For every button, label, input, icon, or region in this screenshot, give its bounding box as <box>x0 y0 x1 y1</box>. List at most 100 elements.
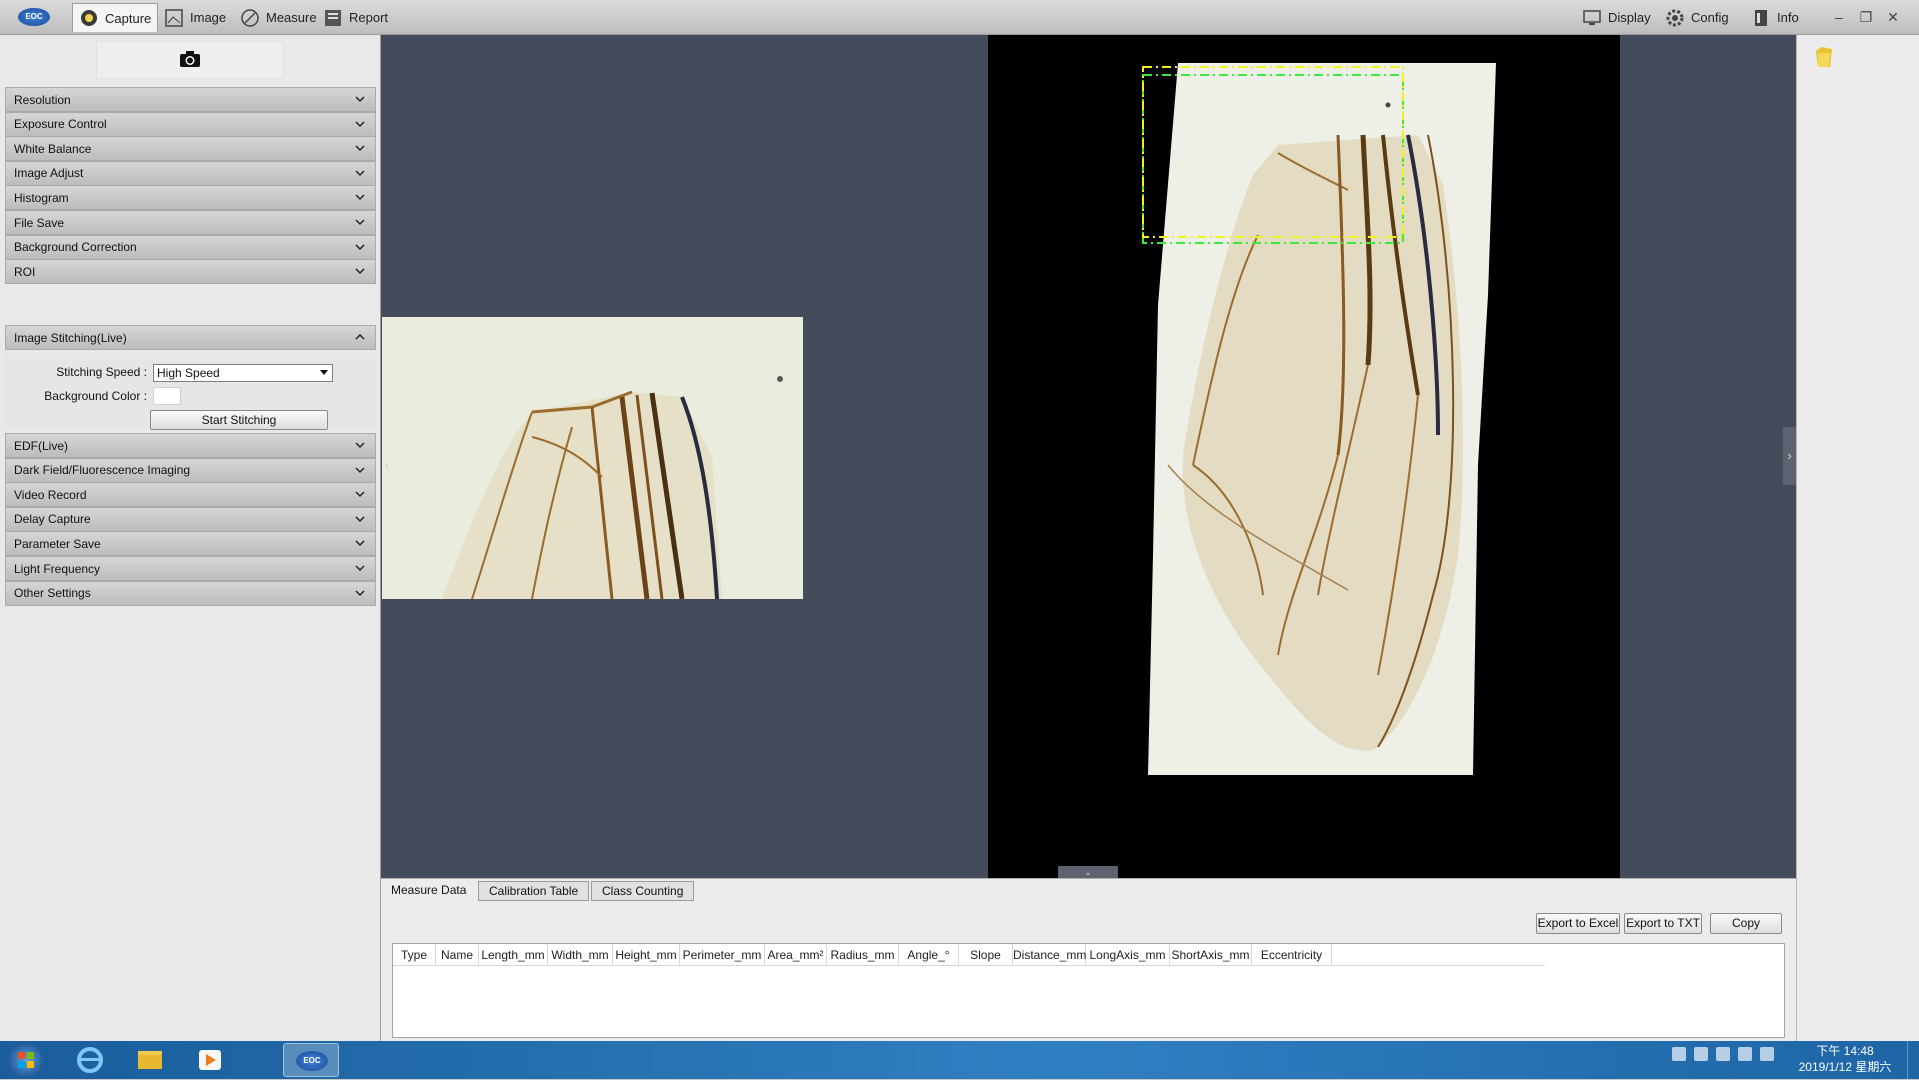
stitching-speed-label: Stitching Speed : <box>56 365 147 379</box>
chevron-down-icon <box>355 194 365 201</box>
column-header[interactable]: Length_mm <box>479 944 548 966</box>
eoc-app-icon: EOC <box>296 1051 328 1071</box>
chevron-down-icon <box>355 442 365 449</box>
section-resolution[interactable]: Resolution <box>5 87 376 112</box>
stitching-speed-select[interactable]: High Speed <box>153 364 333 382</box>
column-header[interactable]: Eccentricity <box>1252 944 1332 966</box>
section-other-settings[interactable]: Other Settings <box>5 580 376 606</box>
tab-calibration-table[interactable]: Calibration Table <box>478 881 590 901</box>
keyboard-icon[interactable] <box>1672 1047 1686 1061</box>
section-white-balance[interactable]: White Balance <box>5 136 376 162</box>
display-button[interactable]: Display <box>1576 3 1657 32</box>
monitor-icon <box>1583 9 1601 25</box>
tab-image[interactable]: Image <box>158 3 232 32</box>
restore-icon[interactable]: ❐ <box>1855 6 1877 28</box>
live-preview-image <box>382 317 803 599</box>
taskbar-media[interactable] <box>182 1043 238 1077</box>
dropdown-arrow-icon <box>320 370 328 375</box>
info-icon <box>1755 9 1767 26</box>
column-header[interactable]: Angle_° <box>899 944 959 966</box>
taskbar-ie[interactable] <box>62 1043 118 1077</box>
column-header[interactable]: Perimeter_mm <box>680 944 765 966</box>
tab-report[interactable]: Report <box>317 3 394 32</box>
table-header: Type Name Length_mm Width_mm Height_mm Perime… <box>393 944 1545 966</box>
close-icon[interactable]: ✕ <box>1882 6 1904 28</box>
minimize-icon[interactable]: – <box>1828 6 1850 28</box>
column-header[interactable]: Distance_mm <box>1013 944 1086 966</box>
capture-icon <box>81 10 97 26</box>
measure-data-table[interactable]: Type Name Length_mm Width_mm Height_mm Perime… <box>392 943 1785 1038</box>
tab-measure-data[interactable]: Measure Data <box>381 881 476 901</box>
background-color-swatch[interactable] <box>153 387 181 405</box>
section-exposure-control[interactable]: Exposure Control <box>5 111 376 137</box>
stitched-wing-graphic <box>1142 63 1496 775</box>
start-button[interactable] <box>8 1043 44 1077</box>
section-label: Parameter Save <box>14 536 101 551</box>
config-button[interactable]: Config <box>1659 3 1735 32</box>
column-header[interactable]: Radius_mm <box>827 944 899 966</box>
collapse-left-button[interactable]: ‹ <box>381 445 393 485</box>
section-roi[interactable]: ROI <box>5 259 376 285</box>
tab-class-counting[interactable]: Class Counting <box>591 881 695 901</box>
collapse-bottom-button[interactable]: ⌄ <box>1058 866 1118 878</box>
show-desktop-button[interactable] <box>1907 1041 1919 1079</box>
section-background-correction[interactable]: Background Correction <box>5 234 376 260</box>
section-label: White Balance <box>14 141 92 156</box>
section-image-stitching[interactable]: Image Stitching(Live) <box>5 325 376 350</box>
section-light-frequency[interactable]: Light Frequency <box>5 556 376 581</box>
export-excel-button[interactable]: Export to Excel <box>1536 913 1620 934</box>
clock-time: 下午 14:48 <box>1816 1044 1874 1058</box>
info-button[interactable]: Info <box>1745 3 1805 32</box>
chevron-down-icon <box>355 565 365 572</box>
column-header[interactable]: Area_mm² <box>765 944 827 966</box>
column-header[interactable]: Width_mm <box>548 944 613 966</box>
tab-capture[interactable]: Capture <box>72 3 159 32</box>
column-header[interactable]: ShortAxis_mm <box>1170 944 1252 966</box>
copy-button[interactable]: Copy <box>1710 913 1782 934</box>
section-label: File Save <box>14 215 65 230</box>
section-image-adjust[interactable]: Image Adjust <box>5 160 376 186</box>
config-label: Config <box>1691 10 1729 25</box>
column-header[interactable]: Name <box>436 944 479 966</box>
tab-measure[interactable]: Measure <box>234 3 323 32</box>
section-label: Exposure Control <box>14 117 107 132</box>
section-delay-capture[interactable]: Delay Capture <box>5 506 376 532</box>
section-label: Dark Field/Fluorescence Imaging <box>14 463 191 478</box>
section-label: Delay Capture <box>14 512 91 527</box>
section-video-record[interactable]: Video Record <box>5 482 376 508</box>
folder-icon[interactable] <box>1814 45 1834 69</box>
camera-icon[interactable] <box>179 50 201 68</box>
network-icon[interactable] <box>1760 1047 1774 1061</box>
section-histogram[interactable]: Histogram <box>5 185 376 211</box>
report-icon <box>325 9 341 26</box>
section-dark-field-fluorescence-imaging[interactable]: Dark Field/Fluorescence Imaging <box>5 457 376 483</box>
ime-icon[interactable] <box>1716 1047 1730 1061</box>
tray-arrow-icon[interactable] <box>1694 1047 1708 1061</box>
section-file-save[interactable]: File Save <box>5 210 376 235</box>
column-header[interactable]: Height_mm <box>613 944 680 966</box>
ie-icon <box>77 1047 103 1073</box>
chevron-down-icon <box>355 219 365 226</box>
tab-label: Capture <box>105 10 152 26</box>
info-label: Info <box>1777 10 1799 25</box>
taskbar-eoc[interactable]: EOC <box>283 1043 339 1077</box>
windows-logo-icon <box>18 1052 34 1068</box>
section-parameter-save[interactable]: Parameter Save <box>5 531 376 557</box>
column-header[interactable]: Type <box>393 944 436 966</box>
section-label: Light Frequency <box>14 561 101 576</box>
export-txt-button[interactable]: Export to TXT <box>1624 913 1702 934</box>
chevron-down-icon <box>355 540 365 547</box>
start-stitching-button[interactable]: Start Stitching <box>150 410 328 430</box>
section-edf-live[interactable]: EDF(Live) <box>5 433 376 458</box>
chevron-down-icon <box>355 516 365 522</box>
taskbar-explorer[interactable] <box>122 1043 178 1077</box>
folder-icon <box>138 1051 162 1069</box>
tab-label: Measure <box>266 10 317 25</box>
volume-icon[interactable] <box>1738 1047 1752 1061</box>
system-clock[interactable]: 下午 14:48 2019/1/12 星期六 <box>1790 1043 1900 1075</box>
section-label: Other Settings <box>14 586 91 601</box>
collapse-right-button[interactable]: › <box>1783 427 1796 485</box>
column-header[interactable]: Slope <box>959 944 1013 966</box>
stitching-options: Stitching Speed : High Speed Background … <box>5 353 376 430</box>
column-header[interactable]: LongAxis_mm <box>1086 944 1170 966</box>
